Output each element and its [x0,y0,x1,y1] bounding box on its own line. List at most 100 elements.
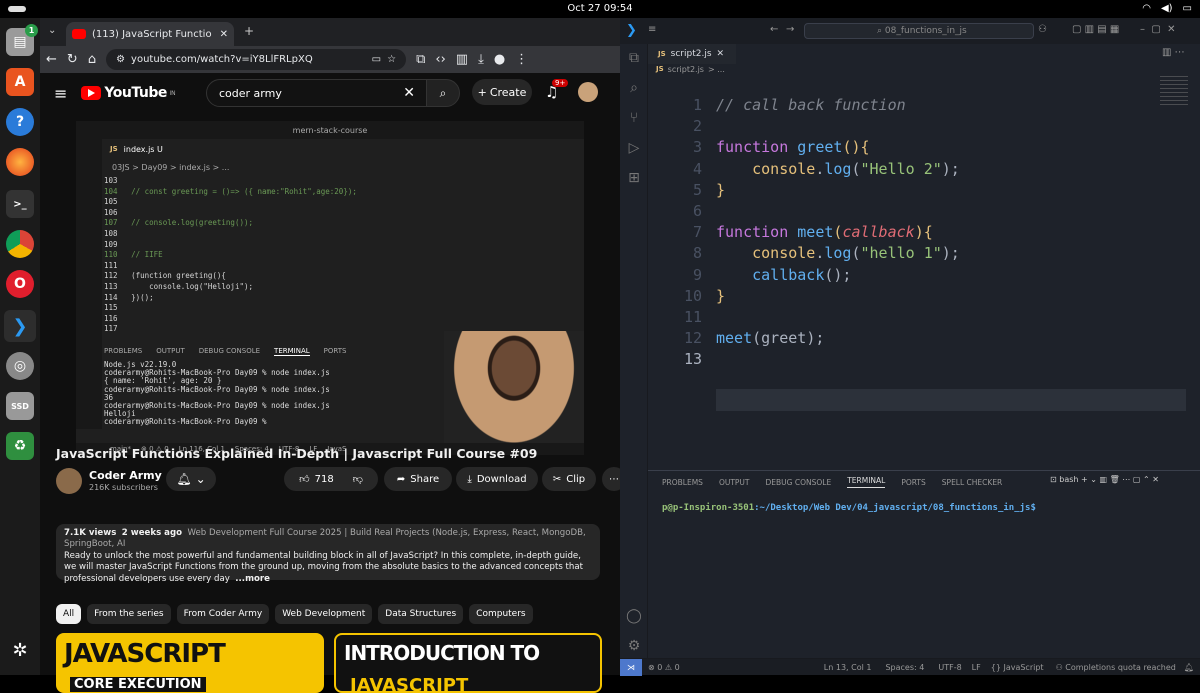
thumbnail-javascript[interactable]: JAVASCRIPT CORE EXECUTION [56,633,324,693]
address-bar[interactable]: ⚙ youtube.com/watch?v=iY8LlFRLpXQ ▭ ☆ [106,49,407,70]
youtube-search-input[interactable]: coder army ✕ [206,79,428,107]
panel-tab[interactable]: TERMINAL [847,476,886,488]
forward-icon[interactable]: → [786,24,794,35]
bookmark-icon[interactable]: ☆ [387,54,396,65]
terminal-prompt[interactable]: p@p-Inspiron-3501:~/Desktop/Web Dev/04_j… [662,503,1036,513]
video-description[interactable]: 7.1K views 2 weeks ago Web Development F… [56,524,600,584]
share-button[interactable]: ➦ Share [384,467,452,491]
search-icon[interactable]: ⌕ [626,80,642,96]
minimap[interactable] [1160,76,1188,106]
files-badge: 1 [25,24,38,37]
reload-icon[interactable]: ↻ [67,52,78,67]
account-icon[interactable]: ◯ [626,608,642,624]
breadcrumb-more[interactable]: > ... [708,65,725,74]
vscode-icon[interactable]: ❯ [4,310,36,342]
filter-chip[interactable]: Web Development [275,604,373,624]
extensions-icon[interactable]: ⊞ [626,170,642,186]
terminal-icon[interactable]: >_ [6,190,34,218]
menu-icon[interactable]: ⋮ [515,52,528,67]
menu-icon[interactable]: ≡ [648,24,656,35]
notifications-icon[interactable]: 🔔︎ [1184,663,1194,672]
home-icon[interactable]: ⌂ [88,52,96,67]
browser-tab[interactable]: (113) JavaScript Functio ✕ [66,22,234,46]
sidebar-icon[interactable]: ▥ [456,52,468,67]
ssd-icon[interactable]: SSD [6,392,34,420]
show-apps-icon[interactable]: ✲ [6,636,34,664]
search-button[interactable]: ⌕ [426,79,460,107]
tab-search-icon[interactable]: ⌄ [48,25,56,36]
app-store-icon[interactable]: A [6,68,34,96]
clear-search-icon[interactable]: ✕ [403,85,415,101]
opera-icon[interactable]: O [6,270,34,298]
breadcrumb-file[interactable]: script2.js [668,65,704,74]
devtools-icon[interactable]: ‹› [435,52,445,67]
cast-icon[interactable]: ▭ [372,54,381,65]
share-icon: ➦ [396,473,406,485]
language-mode[interactable]: {} JavaScript [991,663,1044,672]
settings-gear-icon[interactable]: ⚙ [626,638,642,654]
run-debug-icon[interactable]: ▷ [626,140,642,156]
copilot-status[interactable]: ⚇ Completions quota reached [1056,663,1176,672]
extensions-icon[interactable]: ⧉ [416,52,425,67]
encoding[interactable]: UTF-8 [938,663,961,672]
window-controls[interactable]: – ▢ ✕ [1140,24,1176,35]
profile-icon[interactable]: ● [494,52,505,67]
video-player[interactable]: mern-stack-course JS index.js U 03JS > Da… [76,121,584,455]
terminal-shell[interactable]: ⊡ bash + ⌄ ▥ 🗑︎ ⋯ ▢ ⌃ ✕ [1050,475,1159,484]
site-info-icon[interactable]: ⚙ [116,54,125,65]
youtube-logo[interactable]: YouTube IN [81,85,176,101]
code-editor[interactable]: 1 // call back function 2 3 function greet()… [648,76,1200,476]
layout-icons[interactable]: ▢ ▥ ▤ ▦ [1072,24,1119,35]
download-icon[interactable]: ⤓ [478,52,484,67]
close-tab-icon[interactable]: ✕ [220,29,228,40]
explorer-icon[interactable]: ⧉ [626,50,642,66]
system-tray[interactable]: ◠ ◀) ▭ [1142,3,1192,14]
back-icon[interactable]: ← [770,24,778,35]
trash-icon[interactable]: ♻ [6,432,34,460]
subscribed-bell-button[interactable]: 🔔︎ ⌄ [166,467,216,491]
new-tab-icon[interactable]: + [244,24,254,38]
filter-chip[interactable]: Data Structures [378,604,464,624]
tab-script2-js[interactable]: JS script2.js ✕ [648,44,736,64]
eol[interactable]: LF [972,663,981,672]
thumbnail-intro-javascript[interactable]: INTRODUCTION TO JAVASCRIPT [334,633,602,693]
files-icon[interactable]: ▤ 1 [6,24,38,56]
filter-chip[interactable]: From Coder Army [176,604,270,624]
source-control-icon[interactable]: ⑂ [626,110,642,126]
channel-avatar[interactable] [56,468,82,494]
cursor-position[interactable]: Ln 13, Col 1 [824,663,872,672]
command-center-search[interactable]: ⌕ 08_functions_in_js [804,23,1034,39]
copilot-icon[interactable]: ⚇ [1038,24,1047,35]
like-dislike-button[interactable]: 👍︎ 718 👎︎ [284,467,378,491]
close-tab-icon[interactable]: ✕ [717,49,725,59]
panel-tab[interactable]: PROBLEMS [662,478,703,487]
panel-tab[interactable]: DEBUG CONSOLE [766,478,832,487]
create-label: Create [489,85,527,99]
problems-count[interactable]: ⊗ 0 ⚠ 0 [648,663,680,672]
channel-name[interactable]: Coder Army [89,469,162,482]
clock[interactable]: Oct 27 09:54 [0,3,1200,14]
download-button[interactable]: ⤓ Download [456,467,538,491]
show-more-link[interactable]: ...more [235,574,270,584]
activity-bar: ⧉ ⌕ ⑂ ▷ ⊞ ◯ ⚙ [620,44,648,658]
chrome-icon[interactable] [6,230,34,258]
clip-label: Clip [566,473,586,485]
create-button[interactable]: + Create [472,79,532,105]
split-editor-icon[interactable]: ▥ ⋯ [1162,47,1185,58]
panel-tab[interactable]: OUTPUT [719,478,750,487]
filter-chip[interactable]: From the series [87,604,171,624]
panel-tab[interactable]: SPELL CHECKER [942,478,1002,487]
filter-chip[interactable]: Computers [469,604,533,624]
indentation[interactable]: Spaces: 4 [885,663,924,672]
account-avatar[interactable] [578,82,598,102]
remote-icon[interactable]: ⋊ [620,658,642,676]
disk-icon[interactable]: ◎ [6,352,34,380]
hamburger-menu-icon[interactable]: ≡ [54,84,67,103]
filter-chip[interactable]: All [56,604,82,624]
help-icon[interactable]: ? [6,108,34,136]
country-code: IN [169,89,176,97]
back-icon[interactable]: ← [46,52,57,67]
panel-tab[interactable]: PORTS [901,478,925,487]
firefox-icon[interactable] [6,148,34,176]
clip-button[interactable]: ✂ Clip [542,467,596,491]
